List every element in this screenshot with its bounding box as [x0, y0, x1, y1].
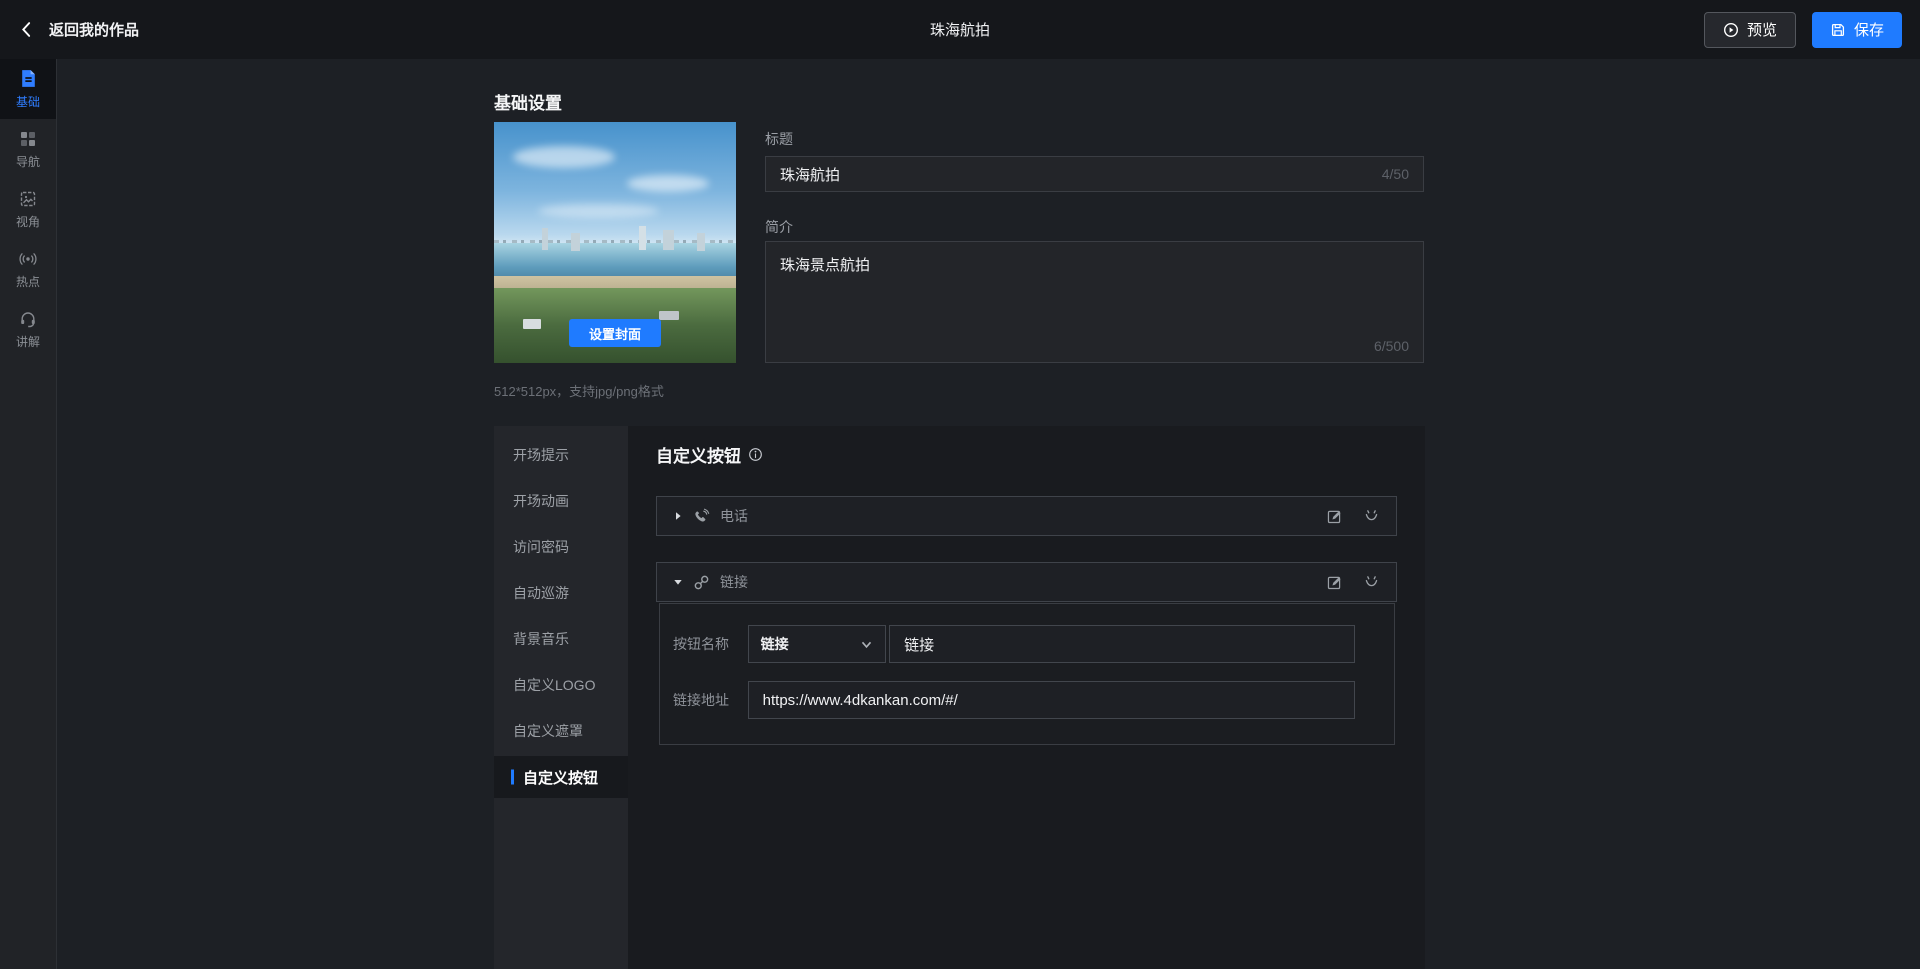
save-button[interactable]: 保存: [1812, 12, 1902, 48]
save-button-label: 保存: [1854, 19, 1884, 40]
sidebar-item-label: 基础: [16, 93, 40, 110]
sidebar-item-basic[interactable]: 基础: [0, 59, 56, 119]
menu-item-custom-mask[interactable]: 自定义遮罩: [494, 708, 628, 754]
link-url-input[interactable]: https://www.4dkankan.com/#/: [748, 681, 1355, 719]
menu-item-opening-animation[interactable]: 开场动画: [494, 478, 628, 524]
button-name-select[interactable]: 链接: [748, 625, 886, 663]
button-name-input-value: 链接: [904, 634, 934, 655]
back-button[interactable]: 返回我的作品: [18, 19, 139, 40]
menu-item-auto-tour[interactable]: 自动巡游: [494, 570, 628, 616]
sidebar-item-navigation[interactable]: 导航: [0, 119, 56, 179]
delete-icon[interactable]: [1363, 574, 1380, 591]
button-name-label: 按钮名称: [673, 634, 748, 654]
menu-item-access-password[interactable]: 访问密码: [494, 524, 628, 570]
document-icon: [18, 68, 39, 89]
image-icon: [18, 189, 38, 209]
button-row-label: 链接: [720, 572, 748, 592]
section-title: 基础设置: [494, 89, 562, 114]
edit-icon[interactable]: [1326, 508, 1343, 525]
title-char-counter: 4/50: [1382, 166, 1409, 182]
button-name-select-value: 链接: [761, 634, 789, 654]
grid-icon: [18, 129, 38, 149]
save-icon: [1830, 22, 1846, 38]
sidebar-item-label: 导航: [16, 153, 40, 170]
caret-down-icon[interactable]: [673, 577, 683, 587]
sidebar-item-viewpoint[interactable]: 视角: [0, 179, 56, 239]
menu-item-background-music[interactable]: 背景音乐: [494, 616, 628, 662]
play-icon: [1723, 22, 1739, 38]
cover-tower: [571, 233, 580, 251]
cover-building: [523, 319, 541, 329]
chevron-down-icon: [860, 638, 873, 651]
intro-field-label: 简介: [765, 217, 793, 237]
button-name-input[interactable]: 链接: [889, 625, 1355, 663]
cover-image[interactable]: 设置封面: [494, 122, 736, 363]
caret-right-icon[interactable]: [673, 511, 683, 521]
phone-icon: [693, 508, 710, 525]
menu-item-opening-tip[interactable]: 开场提示: [494, 432, 628, 478]
button-row-link[interactable]: 链接: [656, 562, 1397, 602]
sidebar-item-label: 热点: [16, 273, 40, 290]
sidebar-item-label: 讲解: [16, 333, 40, 350]
cover-hint: 512*512px，支持jpg/png格式: [494, 381, 664, 400]
delete-icon[interactable]: [1363, 508, 1380, 525]
panel-heading-label: 自定义按钮: [656, 442, 741, 467]
main-content: 基础设置 设置封面 512*512px，支持jpg/png格式 标题 珠海航拍 …: [58, 59, 1920, 969]
cover-tower: [542, 228, 548, 250]
title-field-label: 标题: [765, 129, 793, 149]
title-input[interactable]: 珠海航拍 4/50: [765, 156, 1424, 192]
menu-item-custom-logo[interactable]: 自定义LOGO: [494, 662, 628, 708]
set-cover-button[interactable]: 设置封面: [569, 319, 661, 347]
signal-icon: [18, 249, 38, 269]
intro-char-counter: 6/500: [1374, 338, 1409, 354]
title-input-value: 珠海航拍: [780, 164, 840, 185]
info-icon[interactable]: [748, 447, 763, 462]
link-url-label: 链接地址: [673, 690, 748, 710]
page-title: 珠海航拍: [0, 19, 1920, 40]
link-url-input-value: https://www.4dkankan.com/#/: [763, 692, 958, 709]
headset-icon: [18, 309, 38, 329]
preview-button-label: 预览: [1747, 19, 1777, 40]
cover-tower: [697, 233, 705, 251]
cover-tower: [663, 230, 674, 250]
button-row-label: 电话: [720, 506, 748, 526]
sidebar-item-label: 视角: [16, 213, 40, 230]
cover-tower: [639, 226, 646, 250]
cover-building: [659, 311, 679, 320]
link-icon: [693, 574, 710, 591]
sidebar: 基础 导航 视角 热点 讲解: [0, 59, 57, 969]
intro-textarea-value: 珠海景点航拍: [780, 257, 870, 274]
custom-buttons-panel: 自定义按钮 电话: [628, 426, 1425, 969]
back-chevron-icon[interactable]: [18, 21, 35, 38]
cover-cloud: [513, 146, 615, 168]
settings-menu: 开场提示 开场动画 访问密码 自动巡游 背景音乐 自定义LOGO 自定义遮罩 自…: [494, 426, 628, 969]
menu-item-custom-button[interactable]: 自定义按钮: [494, 756, 628, 798]
topbar: 返回我的作品 珠海航拍 预览 保存: [0, 0, 1920, 59]
preview-button[interactable]: 预览: [1704, 12, 1796, 48]
cover-cloud: [627, 175, 709, 192]
button-row-phone[interactable]: 电话: [656, 496, 1397, 536]
sidebar-item-narration[interactable]: 讲解: [0, 299, 56, 359]
link-settings-form: 按钮名称 链接 链接 链接地址 https://www.4dkankan.com…: [659, 603, 1395, 745]
edit-icon[interactable]: [1326, 574, 1343, 591]
back-button-label[interactable]: 返回我的作品: [49, 19, 139, 40]
sidebar-item-hotspot[interactable]: 热点: [0, 239, 56, 299]
intro-textarea[interactable]: 珠海景点航拍 6/500: [765, 241, 1424, 363]
